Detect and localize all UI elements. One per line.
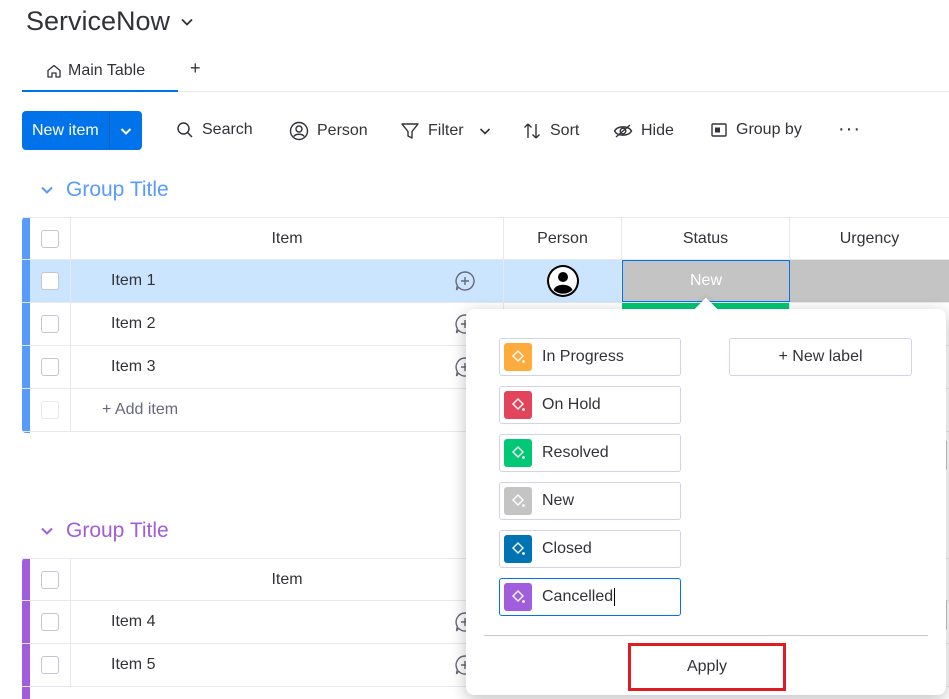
- chevron-down-icon[interactable]: [478, 124, 492, 138]
- person-cell[interactable]: [504, 260, 622, 302]
- person-label: Person: [317, 122, 368, 139]
- view-tabs: Main Table +: [22, 52, 949, 92]
- board-title[interactable]: ServiceNow: [26, 6, 194, 37]
- sort-label: Sort: [550, 122, 580, 139]
- popup-divider: [484, 635, 928, 636]
- hide-button[interactable]: Hide: [613, 121, 674, 141]
- group-by-label: Group by: [736, 121, 802, 138]
- chevron-down-icon: [120, 127, 131, 135]
- group-header[interactable]: Group Title: [40, 178, 169, 202]
- status-label-text: In Progress: [542, 348, 624, 365]
- text-cursor: [614, 588, 616, 606]
- board-title-text: ServiceNow: [26, 6, 171, 36]
- item-name[interactable]: Item 3: [71, 346, 426, 388]
- paint-bucket-icon[interactable]: [504, 391, 532, 419]
- group-by-icon: [711, 123, 727, 137]
- row-checkbox: [41, 401, 59, 419]
- group-title[interactable]: Group Title: [66, 178, 169, 202]
- row-checkbox[interactable]: [41, 315, 59, 333]
- filter-icon: [401, 123, 419, 139]
- chevron-down-icon[interactable]: [40, 183, 54, 197]
- status-cell[interactable]: New: [622, 260, 790, 302]
- status-label-option[interactable]: On Hold: [499, 386, 681, 424]
- filter-button[interactable]: Filter: [400, 121, 492, 141]
- status-label-text: On Hold: [542, 396, 601, 413]
- status-labels-popup: In Progress On Hold Resolved New Closed …: [466, 309, 946, 695]
- search-button[interactable]: Search: [176, 121, 253, 139]
- paint-bucket-icon[interactable]: [504, 343, 532, 371]
- new-item-dropdown[interactable]: [110, 111, 142, 150]
- select-all-cell: [30, 559, 71, 600]
- column-header-urgency[interactable]: Urgency: [790, 218, 949, 259]
- paint-bucket-icon[interactable]: [504, 535, 532, 563]
- select-all-cell: [30, 218, 71, 259]
- paint-bucket-icon[interactable]: [504, 487, 532, 515]
- row-select-cell: [30, 346, 71, 388]
- add-update-cell[interactable]: [426, 260, 504, 302]
- tab-main-table-label: Main Table: [68, 62, 146, 79]
- status-label-text: Resolved: [542, 444, 609, 461]
- hide-label: Hide: [641, 122, 674, 139]
- new-item-button[interactable]: New item: [22, 111, 110, 150]
- select-all-checkbox[interactable]: [41, 570, 59, 589]
- status-label-edit-input[interactable]: Cancelled: [499, 578, 681, 616]
- column-header-item[interactable]: Item: [71, 559, 504, 600]
- home-icon: [47, 64, 61, 78]
- new-item-button-group: New item: [22, 111, 142, 150]
- row-checkbox[interactable]: [41, 272, 59, 290]
- filter-label: Filter: [428, 122, 464, 139]
- toolbar: New item: [22, 111, 142, 150]
- group-header[interactable]: Group Title: [40, 519, 169, 543]
- row-select-cell: [30, 644, 71, 686]
- table-header-row: Item Person Status Urgency: [22, 217, 949, 260]
- add-view-button[interactable]: +: [190, 58, 201, 79]
- apply-button[interactable]: Apply: [628, 643, 786, 691]
- status-label-option[interactable]: Resolved: [499, 434, 681, 472]
- paint-bucket-icon[interactable]: [504, 439, 532, 467]
- add-item-input[interactable]: + Add item: [71, 389, 504, 431]
- search-icon: [177, 122, 193, 138]
- status-label-text[interactable]: Cancelled: [542, 588, 613, 606]
- urgency-cell[interactable]: [790, 260, 949, 302]
- item-name[interactable]: Item 1: [71, 260, 426, 302]
- group-title[interactable]: Group Title: [66, 519, 169, 543]
- person-filter-button[interactable]: Person: [289, 121, 368, 141]
- column-header-person[interactable]: Person: [504, 218, 622, 259]
- eye-off-icon: [613, 124, 633, 138]
- row-select-cell: [30, 303, 71, 345]
- new-label-button[interactable]: + New label: [729, 338, 912, 376]
- table-row[interactable]: Item 1 New: [22, 260, 949, 303]
- item-name[interactable]: Item 4: [71, 601, 426, 643]
- item-name[interactable]: Item 5: [71, 644, 426, 686]
- status-label-text: New: [542, 492, 575, 509]
- column-header-item[interactable]: Item: [71, 218, 504, 259]
- status-label-option[interactable]: New: [499, 482, 681, 520]
- status-label-option[interactable]: Closed: [499, 530, 681, 568]
- add-update-icon[interactable]: [454, 270, 476, 292]
- select-all-checkbox[interactable]: [41, 229, 59, 248]
- more-actions-button[interactable]: ···: [838, 118, 861, 141]
- sort-icon: [524, 123, 540, 139]
- tab-main-table[interactable]: Main Table: [22, 52, 178, 92]
- paint-bucket-icon[interactable]: [504, 583, 532, 611]
- chevron-down-icon[interactable]: [40, 524, 54, 538]
- status-label-text: Closed: [542, 540, 592, 557]
- row-checkbox[interactable]: [41, 656, 59, 674]
- row-checkbox[interactable]: [41, 358, 59, 376]
- avatar[interactable]: [546, 264, 580, 298]
- search-label: Search: [202, 121, 253, 138]
- row-select-cell: [30, 260, 71, 302]
- group-by-button[interactable]: Group by: [710, 121, 802, 139]
- column-header-status[interactable]: Status: [622, 218, 790, 259]
- person-icon: [289, 121, 309, 141]
- row-checkbox[interactable]: [41, 613, 59, 631]
- item-name[interactable]: Item 2: [71, 303, 426, 345]
- status-label-option[interactable]: In Progress: [499, 338, 681, 376]
- row-select-cell: [30, 601, 71, 643]
- chevron-down-icon[interactable]: [180, 15, 194, 29]
- sort-button[interactable]: Sort: [522, 121, 579, 141]
- row-select-cell: [30, 389, 71, 431]
